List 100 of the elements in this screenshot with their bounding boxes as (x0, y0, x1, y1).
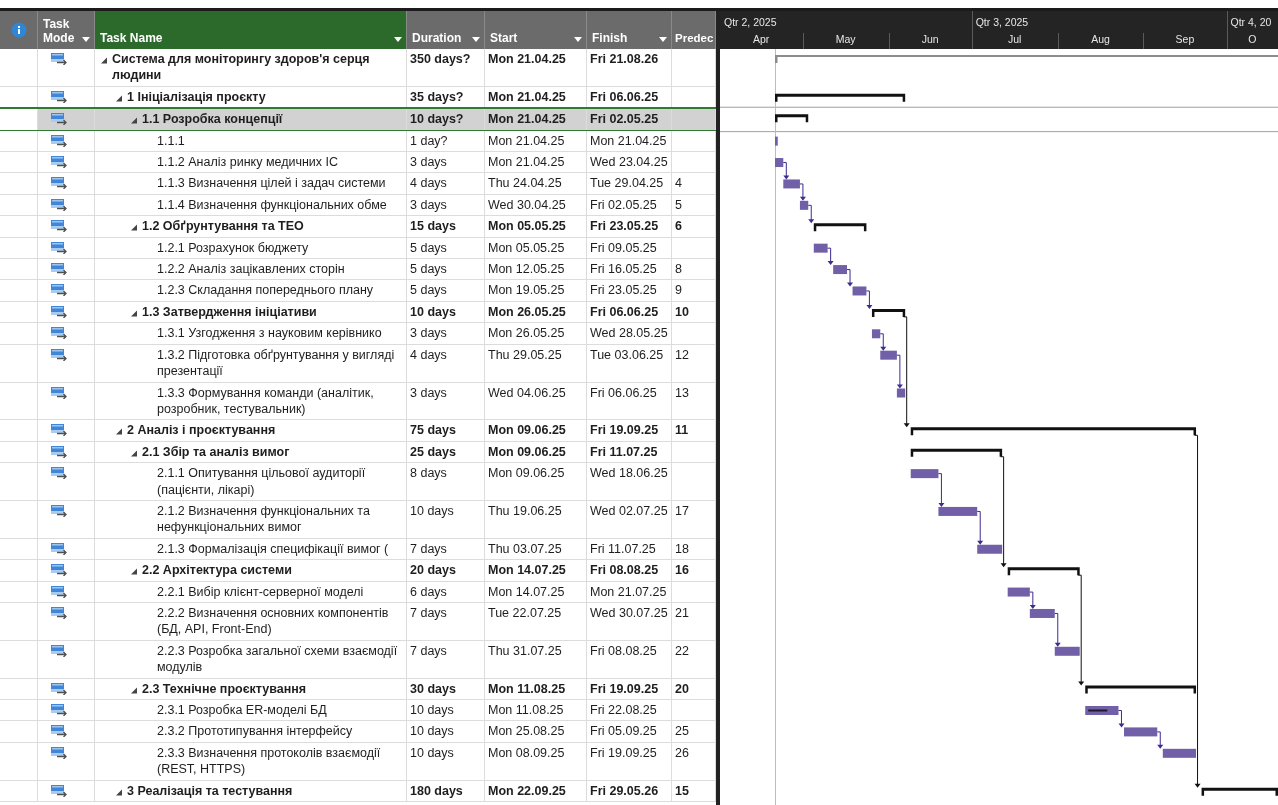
dropdown-icon[interactable] (82, 37, 90, 42)
task-mode-icon (50, 467, 68, 480)
task-row[interactable]: 2.3.2 Прототипування інтерфейсу 10 days Mon 25.08.25 Fri 05.09.25 25 (0, 721, 716, 743)
task-mode-icon (50, 784, 68, 797)
task-bar (1029, 608, 1055, 618)
task-row[interactable]: 2.2.1 Вибір клієнт-серверної моделі 6 days Mon 14.07.25 Mon 21.07.25 (0, 581, 716, 603)
task-row[interactable]: 1.1.2 Аналіз ринку медичних ІС 3 days Mon 21.04.25 Wed 23.04.25 (0, 152, 716, 174)
collapse-icon[interactable] (131, 309, 138, 317)
task-mode-icon (50, 564, 68, 577)
finish-date: Fri 02.05.25 (587, 194, 672, 216)
duration-cell: 75 days (407, 420, 485, 441)
task-mode-icon (50, 348, 68, 361)
duration-cell: 10 days (407, 742, 485, 780)
task-row[interactable]: 1.1.4 Визначення функціональних обме 3 days Wed 30.04.25 Fri 02.05.25 5 (0, 194, 716, 217)
task-row[interactable]: 2 Аналіз і проєктування 75 days Mon 09.06.25 Fri 19.09.25 11 (0, 420, 716, 442)
dropdown-icon[interactable] (472, 37, 480, 42)
dependency-arrow (1118, 710, 1125, 728)
collapse-icon[interactable] (131, 117, 138, 125)
task-row[interactable]: 1.1 Розробка концепції 10 days? Mon 21.04.25 Fri 02.05.25 (0, 107, 716, 132)
task-row[interactable]: 1.3.3 Формування команди (аналітик, розробник, тестувальник) 3 days Wed 04.06.25 Fri 06.06.25 13 (0, 382, 716, 421)
task-row[interactable]: Система для моніторингу здоров'я серця людини 350 days? Mon 21.04.25 Fri 21.08.26 (0, 49, 716, 87)
duration-cell: 5 days (407, 259, 485, 280)
start-date: Thu 19.06.25 (485, 500, 587, 538)
task-row[interactable]: 2.1.3 Формалізація специфікації вимог ( 7 days Thu 03.07.25 Fri 11.07.25 18 (0, 538, 716, 561)
dropdown-icon[interactable] (574, 37, 582, 42)
start-date: Mon 21.04.25 (485, 152, 587, 173)
finish-date: Fri 29.05.26 (587, 780, 672, 802)
predecessor-cell: 20 (672, 678, 716, 699)
task-mode-icon (50, 198, 68, 211)
task-bar (896, 388, 906, 398)
duration-cell: 350 days? (407, 49, 485, 86)
predecessor-cell: 9 (672, 280, 716, 301)
task-name: 1.2.3 Складання попереднього плану (157, 282, 374, 299)
task-row[interactable]: 1.2.3 Складання попереднього плану 5 days Mon 19.05.25 Fri 23.05.25 9 (0, 280, 716, 302)
month-label: Jun (921, 33, 939, 45)
task-row[interactable]: 1.3.2 Підготовка обґрунтування у вигляді презентації 4 days Thu 29.05.25 Tue 03.06.25 12 (0, 344, 716, 383)
task-mode-icon (50, 704, 68, 716)
task-row[interactable]: 1.3 Затвердження ініціативи 10 days Mon 26.05.25 Fri 06.06.25 10 (0, 301, 716, 324)
predecessor-cell: 25 (672, 721, 716, 742)
predecessor-cell: 6 (672, 216, 716, 237)
collapse-icon[interactable] (131, 568, 138, 576)
task-row[interactable]: 2.2 Архітектура системи 20 days Mon 14.07.25 Fri 08.08.25 16 (0, 560, 716, 582)
collapse-icon[interactable] (116, 788, 123, 796)
task-name: 2.1.2 Визначення функціональних та нефункціональних вимог (157, 502, 371, 536)
task-row[interactable]: 2.2.2 Визначення основних компонентів (БД, API, Front-End) 7 days Tue 22.07.25 Wed 30.07.25 21 (0, 602, 716, 641)
task-bar (799, 200, 809, 210)
start-date: Thu 31.07.25 (485, 640, 587, 678)
task-row[interactable]: 2.1 Збір та аналіз вимог 25 days Mon 09.06.25 Fri 11.07.25 (0, 441, 716, 464)
task-name: 1.1 Розробка концепції (142, 111, 283, 128)
dependency-arrow (1054, 612, 1061, 647)
task-row[interactable]: 2.1.1 Опитування цільової аудиторії (пацієнти, лікарі) 8 days Mon 09.06.25 Wed 18.06.25 (0, 463, 716, 501)
duration-cell: 4 days (407, 173, 485, 194)
task-row[interactable]: 1.1.3 Визначення цілей і задач системи 4 days Thu 24.04.25 Tue 29.04.25 4 (0, 173, 716, 195)
collapse-icon[interactable] (131, 449, 138, 457)
task-bar (880, 350, 897, 360)
task-name: 1.3.1 Узгодження з науковим керівнико (157, 325, 382, 342)
duration-cell: 3 days (407, 194, 485, 216)
task-name: 2.3.2 Прототипування інтерфейсу (157, 723, 353, 740)
dropdown-icon[interactable] (659, 37, 667, 42)
duration-cell: 7 days (407, 602, 485, 640)
task-row[interactable]: 3 Реалізація та тестування 180 days Mon 22.09.25 Fri 29.05.26 15 (0, 780, 716, 803)
task-name: 1.3 Затвердження ініціативи (142, 303, 317, 321)
collapse-icon[interactable] (116, 94, 123, 102)
task-row[interactable]: 2.3.3 Визначення протоколів взаємодії (REST, HTTPS) 10 days Mon 08.09.25 Fri 19.09.25 26 (0, 742, 716, 781)
start-date: Thu 24.04.25 (485, 173, 587, 194)
summary-bar (871, 308, 906, 317)
task-row[interactable]: 1.1.1 1 day? Mon 21.04.25 Mon 21.04.25 (0, 130, 716, 153)
dependency-arrow (782, 162, 790, 180)
finish-date: Fri 06.06.25 (587, 301, 672, 323)
column-header[interactable]: Task Name (95, 11, 407, 49)
task-row[interactable]: 1.2 Обґрунтування та ТЕО 15 days Mon 05.05.25 Fri 23.05.25 6 (0, 216, 716, 238)
start-date: Mon 05.05.25 (485, 216, 587, 237)
task-row[interactable]: 1.2.1 Розрахунок бюджету 5 days Mon 05.05.25 Fri 09.05.25 (0, 237, 716, 260)
task-row[interactable]: 1.2.2 Аналіз зацікавлених сторін 5 days Mon 12.05.25 Fri 16.05.25 8 (0, 259, 716, 281)
month-label: Sep (1175, 33, 1195, 45)
task-row[interactable]: 1.3.1 Узгодження з науковим керівнико 3 days Mon 26.05.25 Wed 28.05.25 (0, 323, 716, 345)
finish-date: Wed 28.05.25 (587, 323, 672, 344)
column-header[interactable]: Predec (672, 11, 716, 49)
dependency-arrow (879, 333, 887, 351)
duration-cell: 180 days (407, 780, 485, 802)
task-row[interactable]: 2.2.3 Розробка загальної схеми взаємодії модулів 7 days Thu 31.07.25 Fri 08.08.25 22 (0, 640, 716, 679)
collapse-icon[interactable] (116, 428, 123, 436)
task-bar (871, 329, 881, 339)
duration-cell: 7 days (407, 640, 485, 678)
task-row[interactable]: 2.3.1 Розробка ER-моделі БД 10 days Mon 11.08.25 Fri 22.08.25 (0, 700, 716, 722)
finish-date: Tue 29.04.25 (587, 173, 672, 194)
collapse-icon[interactable] (131, 686, 138, 694)
collapse-icon[interactable] (131, 224, 138, 232)
task-mode-icon (50, 746, 68, 759)
task-bar (977, 544, 1003, 554)
duration-cell: 15 days (407, 216, 485, 237)
task-row[interactable]: 2.1.2 Визначення функціональних та нефункціональних вимог 10 days Thu 19.06.25 Wed 02.07.25 17 (0, 500, 716, 539)
task-name: 2.2.3 Розробка загальної схеми взаємодії модулів (157, 642, 399, 676)
finish-date: Fri 19.09.25 (587, 742, 672, 780)
dropdown-icon[interactable] (394, 37, 402, 42)
start-date: Mon 09.06.25 (485, 420, 587, 441)
task-row[interactable]: 2.3 Технічне проєктування 30 days Mon 11.08.25 Fri 19.09.25 20 (0, 678, 716, 700)
task-name: 1 Ініціалізація проєкту (127, 88, 266, 106)
collapse-icon[interactable] (101, 57, 108, 64)
finish-date: Fri 11.07.25 (587, 441, 672, 463)
